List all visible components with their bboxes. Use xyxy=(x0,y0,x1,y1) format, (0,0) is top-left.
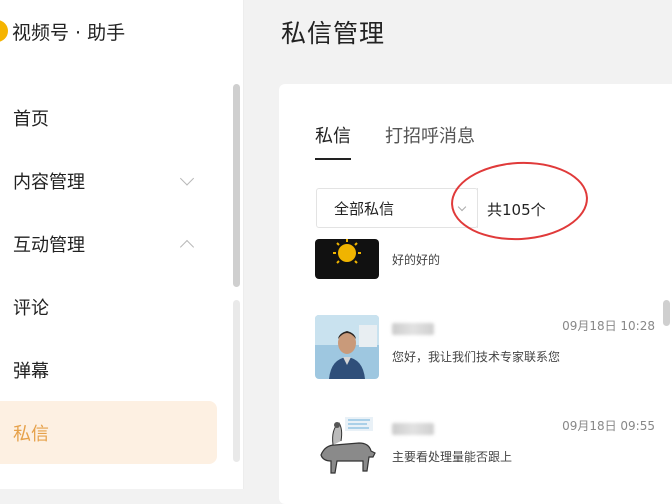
message-time: 09月18日 10:28 xyxy=(562,319,655,333)
ox-avatar xyxy=(315,415,379,479)
list-scrollbar[interactable] xyxy=(663,300,670,326)
brand-logo-icon xyxy=(0,20,8,42)
page-title: 私信管理 xyxy=(281,19,386,48)
brand-title: 视频号 · 助手 xyxy=(12,21,126,44)
sidebar: 视频号 · 助手 首页 内容管理 互动管理 评论 弹幕 私信 xyxy=(0,0,244,489)
sidebar-scroll-track xyxy=(233,300,240,462)
message-preview: 主要看处理量能否跟上 xyxy=(392,450,513,464)
list-item[interactable]: 好的好的 xyxy=(315,239,655,315)
sidebar-scrollbar[interactable] xyxy=(233,84,240,287)
sidebar-item-home[interactable]: 首页 xyxy=(0,86,232,149)
sun-avatar xyxy=(315,239,379,279)
tab-greeting-messages[interactable]: 打招呼消息 xyxy=(385,122,475,160)
message-list: 好的好的 09月18日 10:28 您好，我让我们技术专家联系您 09月18日 … xyxy=(315,239,655,503)
red-annotation-circle xyxy=(449,158,590,244)
sidebar-item-content[interactable]: 内容管理 xyxy=(0,149,232,212)
sidebar-item-label: 弹幕 xyxy=(13,360,49,382)
messages-card: 私信 打招呼消息 全部私信 共105个 好的好的 09月18日 10:28 您好… xyxy=(279,84,672,504)
sidebar-item-label: 互动管理 xyxy=(13,234,85,256)
tab-bar: 私信 打招呼消息 xyxy=(315,122,509,160)
sender-name-blurred xyxy=(392,423,434,435)
sidebar-item-label: 私信 xyxy=(13,423,49,445)
filter-selected-value: 全部私信 xyxy=(334,199,395,218)
chevron-down-icon xyxy=(179,170,195,186)
message-preview: 您好，我让我们技术专家联系您 xyxy=(392,350,561,364)
chevron-up-icon xyxy=(179,239,195,254)
tab-private-messages[interactable]: 私信 xyxy=(315,122,351,160)
sidebar-item-label: 评论 xyxy=(13,297,49,319)
list-item[interactable]: 09月18日 10:28 您好，我让我们技术专家联系您 xyxy=(315,315,655,415)
message-preview: 好的好的 xyxy=(392,253,441,267)
message-time: 09月18日 09:55 xyxy=(562,419,655,433)
sidebar-item-comments[interactable]: 评论 xyxy=(0,275,232,338)
sender-name-blurred xyxy=(392,323,434,335)
list-item[interactable]: 09月18日 09:55 主要看处理量能否跟上 xyxy=(315,415,655,503)
sidebar-item-label: 内容管理 xyxy=(13,171,85,193)
sidebar-item-danmaku[interactable]: 弹幕 xyxy=(0,338,232,401)
sidebar-item-messages[interactable]: 私信 xyxy=(0,401,217,464)
sidebar-item-label: 首页 xyxy=(13,108,49,130)
sidebar-item-interaction[interactable]: 互动管理 xyxy=(0,212,232,275)
person-avatar xyxy=(315,315,379,379)
sidebar-nav: 首页 内容管理 互动管理 评论 弹幕 私信 xyxy=(0,86,232,464)
